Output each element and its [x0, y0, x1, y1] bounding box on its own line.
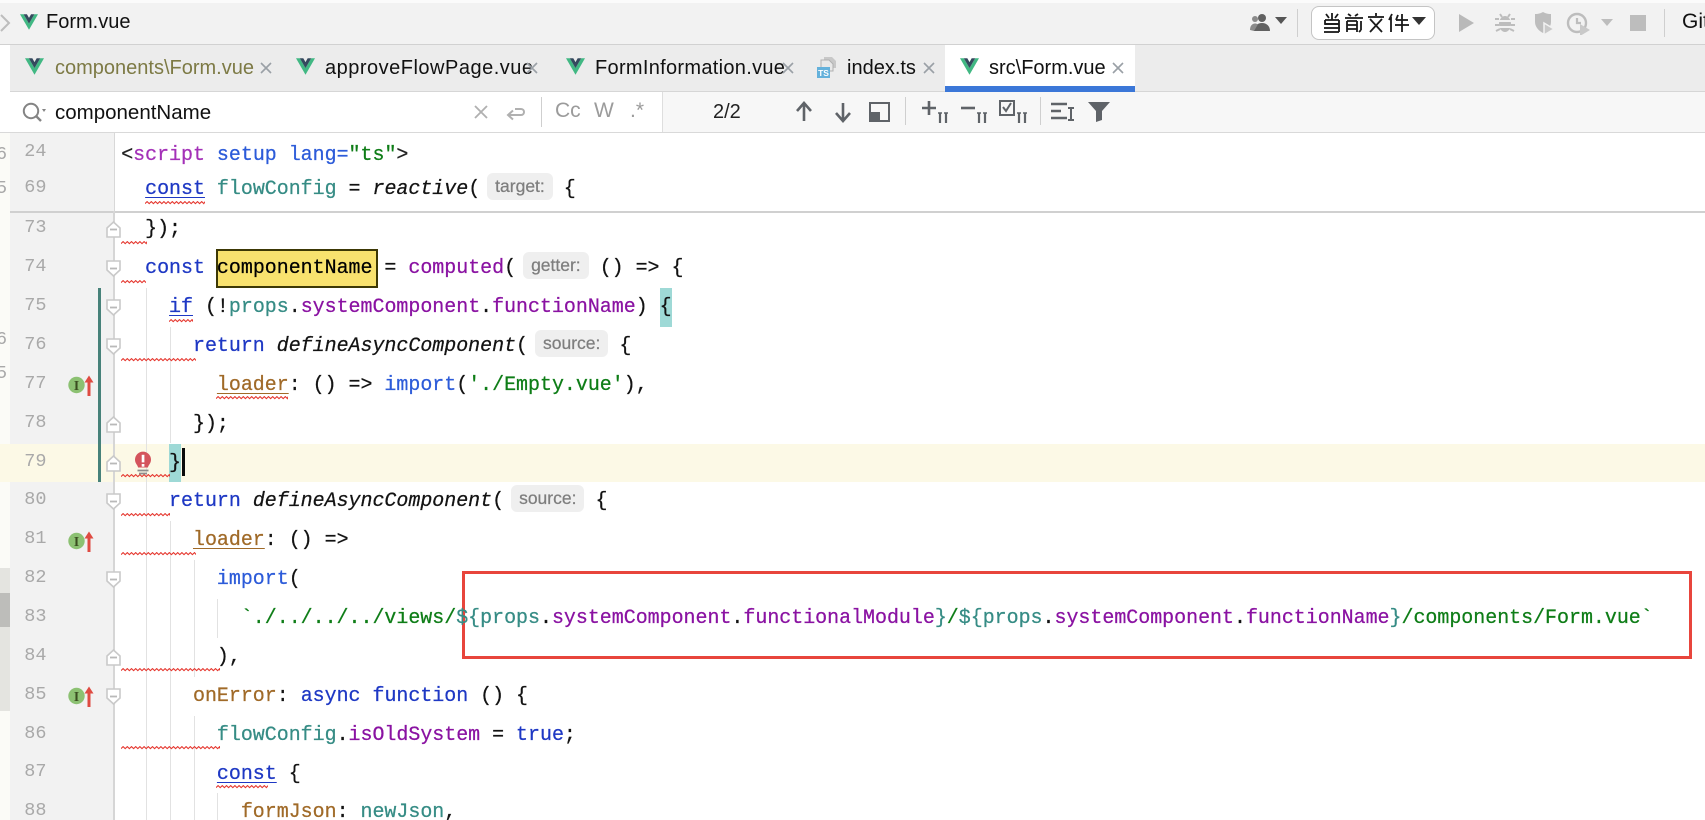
svg-text:I: I [74, 689, 79, 704]
svg-text:I: I [74, 378, 79, 393]
svg-text:I: I [74, 534, 79, 549]
svg-text:TS: TS [818, 68, 829, 78]
